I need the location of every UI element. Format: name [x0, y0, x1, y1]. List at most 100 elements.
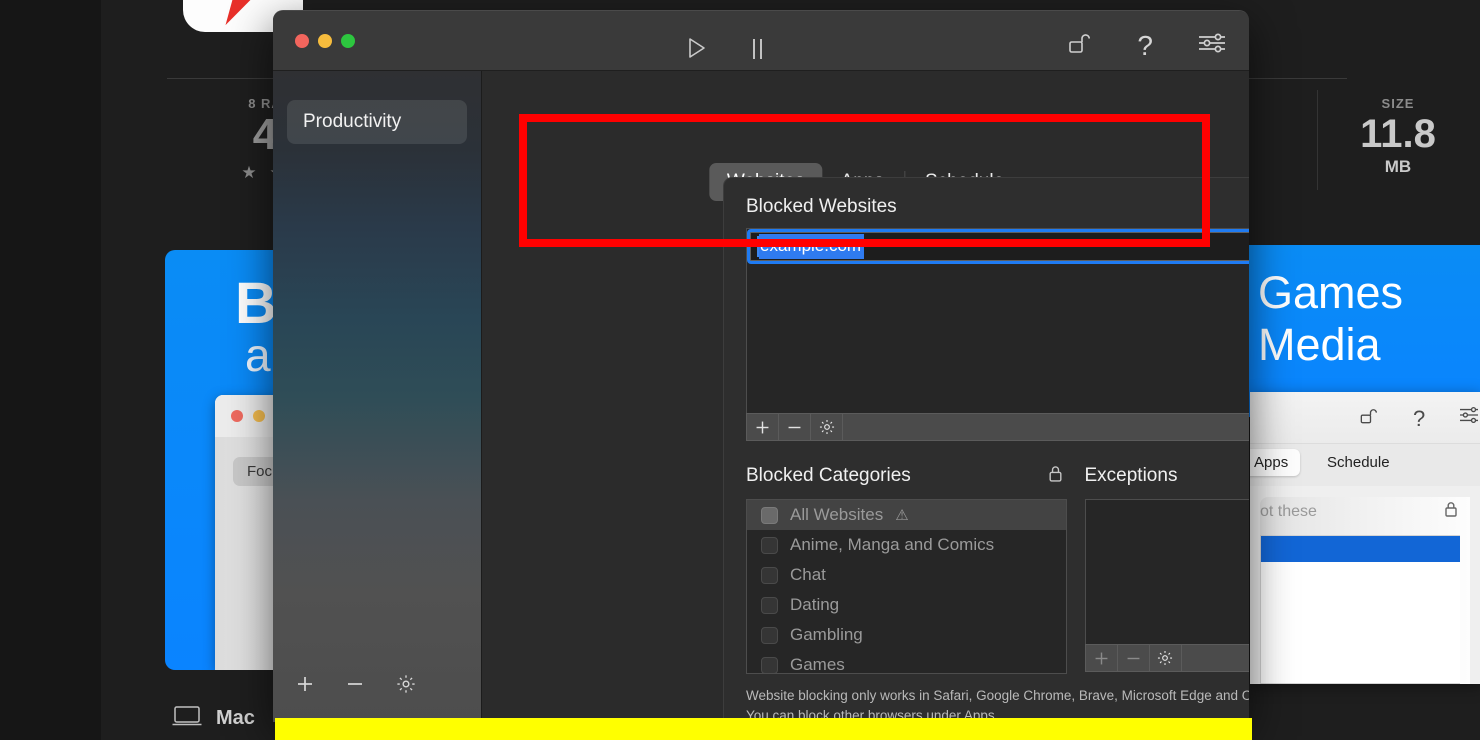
blocked-websites-list[interactable]: example.com: [746, 228, 1249, 413]
add-website-button[interactable]: [747, 414, 779, 440]
category-checkbox[interactable]: [761, 566, 778, 584]
category-checkbox[interactable]: [761, 656, 778, 673]
zoom-window-button[interactable]: [341, 34, 355, 48]
sidebar-footer-toolbar: [295, 673, 417, 700]
sliders-icon[interactable]: [1197, 31, 1227, 60]
background-left-edge: [0, 0, 101, 740]
category-row[interactable]: Chat: [747, 560, 1066, 590]
exceptions-header: Exceptions: [1085, 465, 1250, 487]
blocked-categories-lock-icon[interactable]: [1048, 465, 1063, 487]
size-unit: MB: [1384, 157, 1412, 176]
platform-row: Mac: [172, 705, 255, 732]
category-row[interactable]: Anime, Manga and Comics: [747, 530, 1066, 560]
blocked-website-input-row[interactable]: example.com: [747, 229, 1249, 264]
add-exception-button[interactable]: [1086, 645, 1118, 671]
sidebar-item-label: Productivity: [303, 111, 402, 132]
window-titlebar: ?: [273, 11, 1249, 71]
panel-footer-note: Website blocking only works in Safari, G…: [746, 686, 1249, 722]
category-row[interactable]: All Websites ⚠: [747, 500, 1066, 530]
promo-left-line2: a: [245, 329, 271, 381]
footer-note-line-1: Website blocking only works in Safari, G…: [746, 688, 1249, 703]
light-sliders-icon: [1458, 406, 1480, 429]
promo-left-line1: B: [235, 271, 277, 336]
light-window-panel: ot these: [1260, 497, 1470, 684]
remove-website-button[interactable]: [779, 414, 811, 440]
screenshot-root: 8 RA 4 ★ ★ SIZE 11.8 MB B a Focus Games …: [0, 0, 1480, 740]
exceptions-list[interactable]: [1084, 499, 1249, 644]
pause-icon[interactable]: [753, 39, 762, 59]
app-size-block: SIZE 11.8 MB: [1338, 96, 1458, 177]
close-window-button[interactable]: [295, 34, 309, 48]
category-row[interactable]: Gambling: [747, 620, 1066, 650]
light-help-icon: ?: [1413, 406, 1426, 431]
category-label: Dating: [790, 595, 840, 614]
play-icon[interactable]: [688, 37, 706, 58]
blocked-categories-title: Blocked Categories: [746, 465, 911, 486]
profiles-sidebar: Productivity: [273, 71, 482, 722]
help-icon[interactable]: ?: [1137, 31, 1153, 60]
promo-right-line2: Media: [1258, 318, 1381, 370]
light-window-label: ot these: [1260, 503, 1317, 520]
promo-right-text: Games Media: [1258, 267, 1403, 371]
category-row[interactable]: Dating: [747, 590, 1066, 620]
unlock-icon[interactable]: [1067, 31, 1093, 60]
sidebar-remove-icon[interactable]: [345, 674, 365, 699]
safari-needle-icon: [215, 0, 257, 31]
size-label: SIZE: [1381, 96, 1415, 111]
category-checkbox[interactable]: [761, 626, 778, 644]
remove-exception-button[interactable]: [1118, 645, 1150, 671]
exceptions-column: Exceptions: [1084, 465, 1250, 674]
category-label: All Websites: [790, 505, 884, 524]
annotation-bottom-bar: [275, 718, 1252, 740]
toolbar-filler: [843, 414, 1249, 440]
blocked-categories-column: Blocked Categories All Websites ⚠ Anime,…: [746, 465, 1067, 674]
input-focus-ring: [747, 229, 1249, 264]
blocked-categories-list[interactable]: All Websites ⚠ Anime, Manga and Comics C…: [746, 499, 1067, 674]
category-checkbox[interactable]: [761, 596, 778, 614]
light-window-selected-row: [1261, 536, 1460, 562]
exceptions-settings-gear-icon[interactable]: [1150, 645, 1182, 671]
category-checkbox[interactable]: [761, 536, 778, 554]
category-label: Chat: [790, 565, 826, 584]
content-area: Websites Apps Schedule Blocked Websites …: [482, 71, 1249, 722]
traffic-lights: [295, 34, 355, 48]
platform-label: Mac: [216, 707, 255, 729]
warning-icon: ⚠: [895, 507, 909, 524]
background-light-window: ? Apps Schedule ot these: [1250, 392, 1480, 684]
category-label: Games: [790, 655, 845, 674]
light-tab-schedule[interactable]: Schedule: [1315, 449, 1402, 476]
light-window-list: [1260, 535, 1460, 684]
window-body: Productivity Blocked Websites example.co…: [273, 71, 1249, 722]
titlebar-actions: ?: [1067, 31, 1227, 60]
category-checkbox[interactable]: [761, 506, 778, 524]
sidebar-item-productivity[interactable]: Productivity: [287, 100, 467, 144]
light-tab-apps[interactable]: Apps: [1250, 449, 1301, 476]
sidebar-add-icon[interactable]: [295, 674, 315, 699]
website-settings-gear-icon[interactable]: [811, 414, 843, 440]
categories-exceptions-row: Blocked Categories All Websites ⚠ Anime,…: [746, 465, 1249, 674]
light-window-tabs: Apps Schedule: [1250, 444, 1480, 486]
sidebar-gear-icon[interactable]: [395, 673, 417, 700]
category-label: Anime, Manga and Comics: [790, 535, 995, 554]
light-window-lock-icon: [1444, 501, 1458, 522]
blocked-websites-toolbar: [746, 413, 1249, 441]
light-unlock-icon: [1358, 406, 1378, 431]
focus-app-window: ? Productivity Blocked Websites example.…: [273, 10, 1249, 722]
blocked-websites-header: Blocked Websites Block Keyword: [746, 196, 1249, 218]
category-label: Gambling: [790, 625, 863, 644]
mini-close-dot: [231, 410, 243, 422]
light-window-toolbar: ?: [1250, 392, 1480, 444]
blocked-websites-title: Blocked Websites: [746, 196, 897, 217]
blocked-categories-header: Blocked Categories: [746, 465, 1067, 487]
size-value: 11.8: [1360, 112, 1436, 156]
websites-panel: Blocked Websites Block Keyword: [723, 177, 1249, 722]
promo-right-line1: Games: [1258, 267, 1404, 318]
mini-minimize-dot: [253, 410, 265, 422]
exceptions-toolbar: [1084, 644, 1250, 672]
background-vertical-divider: [1317, 90, 1318, 190]
toolbar-filler: [1182, 645, 1250, 671]
exceptions-title: Exceptions: [1084, 465, 1178, 486]
category-row[interactable]: Games: [747, 650, 1066, 674]
minimize-window-button[interactable]: [318, 34, 332, 48]
laptop-icon: [172, 705, 202, 732]
